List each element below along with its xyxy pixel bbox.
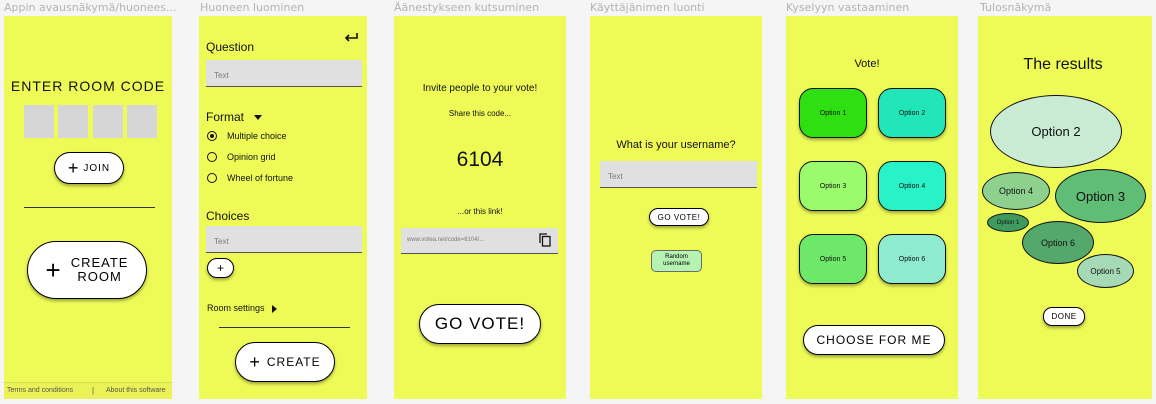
radio-opinion-grid[interactable] <box>207 152 217 162</box>
vote-option-2[interactable]: Option 2 <box>878 88 946 138</box>
join-label: JOIN <box>83 162 111 174</box>
footer: Terms and conditions | About this softwa… <box>4 382 172 399</box>
enter-room-code-heading: ENTER ROOM CODE <box>10 78 166 94</box>
format-option-label: Wheel of fortune <box>227 173 294 183</box>
bubble-label: Option 5 <box>1090 266 1121 276</box>
option-label: Option 1 <box>819 109 847 117</box>
go-vote-button[interactable]: GO VOTE! <box>419 304 541 344</box>
screen-vote: Vote! Option 1 Option 2 Option 3 Option … <box>786 16 958 399</box>
code-digit-box-4[interactable] <box>127 105 157 138</box>
bubble-label: Option 2 <box>1031 124 1081 139</box>
vote-title: Vote! <box>854 58 880 70</box>
share-link-field[interactable]: www.votea.net/code=6104/... <box>401 228 558 254</box>
format-option-label: Multiple choice <box>227 131 287 141</box>
choices-label: Choices <box>206 209 250 223</box>
create-room-button[interactable]: + CREATE ROOM <box>27 241 147 299</box>
go-vote-label: GO VOTE! <box>657 212 701 222</box>
frame-title-invite: Äänestykseen kutsuminen <box>394 1 540 14</box>
screen-create-room: Question Text Format Multiple choice Opi… <box>199 16 367 399</box>
plus-icon: + <box>216 261 224 275</box>
option-label: Option 3 <box>819 182 847 190</box>
create-room-label: CREATE ROOM <box>71 256 129 284</box>
result-bubble-option-3: Option 3 <box>1055 169 1146 223</box>
divider <box>219 327 350 328</box>
create-label-line1: CREATE <box>70 255 129 270</box>
join-button[interactable]: + JOIN <box>54 152 124 184</box>
invite-heading: Invite people to your vote! <box>422 83 538 94</box>
plus-icon: + <box>45 254 61 285</box>
option-label: Option 2 <box>898 109 926 117</box>
add-choice-button[interactable]: + <box>207 258 234 278</box>
screen-home: ENTER ROOM CODE + JOIN + CREATE ROOM Ter… <box>4 16 172 399</box>
question-label: Question <box>206 40 255 54</box>
vote-option-5[interactable]: Option 5 <box>799 234 867 284</box>
go-vote-button[interactable]: GO VOTE! <box>649 208 709 226</box>
vote-option-3[interactable]: Option 3 <box>799 161 867 211</box>
choose-for-me-label: CHOOSE FOR ME <box>816 333 932 347</box>
room-code: 6104 <box>456 148 504 171</box>
about-link[interactable]: About this software <box>106 387 166 394</box>
plus-icon: + <box>67 157 79 178</box>
caret-right-icon[interactable] <box>272 305 278 313</box>
bubble-label: Option 6 <box>1040 237 1076 248</box>
result-bubble-option-2: Option 2 <box>990 95 1122 168</box>
create-label-line2: ROOM <box>77 269 122 284</box>
vote-option-1[interactable]: Option 1 <box>799 88 867 138</box>
create-button[interactable]: + CREATE <box>235 342 335 382</box>
room-settings-label: Room settings <box>207 303 265 313</box>
go-vote-label: GO VOTE! <box>434 314 526 333</box>
result-bubble-option-1: Option 1 <box>987 213 1029 232</box>
plus-icon: + <box>249 351 260 372</box>
screen-username: What is your username? Text GO VOTE! Ran… <box>590 16 762 399</box>
room-settings-toggle[interactable]: Room settings <box>207 303 265 313</box>
format-label[interactable]: Format <box>206 110 244 124</box>
random-label-line2: username <box>663 261 690 267</box>
frame-title-vote: Kyselyyn vastaaminen <box>786 1 910 14</box>
choice-input[interactable]: Text <box>206 226 362 253</box>
code-digit-box-2[interactable] <box>58 105 88 138</box>
bubble-label: Option 4 <box>998 186 1034 196</box>
option-label: Option 4 <box>898 182 926 190</box>
username-question: What is your username? <box>616 139 736 151</box>
share-link-text: www.votea.net/code=6104/... <box>407 237 485 243</box>
frame-title-create-room: Huoneen luominen <box>200 1 305 14</box>
code-digit-box-3[interactable] <box>93 105 123 138</box>
or-link-text: ...or this link! <box>457 207 503 216</box>
vote-option-6[interactable]: Option 6 <box>878 234 946 284</box>
create-label: CREATE <box>266 355 321 369</box>
screen-invite: Invite people to your vote! Share this c… <box>394 16 566 399</box>
question-input[interactable]: Text <box>206 60 362 87</box>
done-button[interactable]: DONE <box>1043 307 1085 326</box>
result-bubble-option-5: Option 5 <box>1077 254 1134 288</box>
caret-down-icon[interactable] <box>254 115 262 121</box>
frame-title-home: Appin avausnäkymä/huonees... <box>4 1 177 14</box>
code-digit-box-1[interactable] <box>24 105 54 138</box>
random-label-line1: Random <box>665 254 688 260</box>
choose-for-me-button[interactable]: CHOOSE FOR ME <box>803 325 945 355</box>
bubble-label: Option 3 <box>1075 188 1126 204</box>
footer-separator: | <box>92 386 95 395</box>
screen-results: The results Option 2 Option 4 Option 3 O… <box>978 16 1152 399</box>
return-icon[interactable] <box>343 32 359 44</box>
radio-multiple-choice[interactable] <box>207 131 217 141</box>
copy-icon[interactable] <box>539 233 551 247</box>
terms-link[interactable]: Terms and conditions <box>7 387 73 394</box>
share-code-text: Share this code... <box>448 109 512 118</box>
done-label: DONE <box>1051 312 1077 321</box>
option-label: Option 5 <box>819 255 847 263</box>
username-input[interactable]: Text <box>600 161 757 188</box>
divider <box>24 207 155 208</box>
radio-wheel-of-fortune[interactable] <box>207 173 217 183</box>
format-label-text: Format <box>206 110 245 124</box>
random-username-button[interactable]: Random username <box>651 250 702 272</box>
frame-title-results: Tulosnäkymä <box>980 1 1052 14</box>
result-bubble-option-4: Option 4 <box>982 172 1050 210</box>
frame-title-username: Käyttäjänimen luonti <box>590 1 705 14</box>
vote-option-4[interactable]: Option 4 <box>878 161 946 211</box>
result-bubble-option-6: Option 6 <box>1022 221 1094 264</box>
format-option-label: Opinion grid <box>227 152 276 162</box>
option-label: Option 6 <box>898 255 926 263</box>
results-title: The results <box>1023 56 1103 73</box>
bubble-label: Option 1 <box>996 219 1020 226</box>
